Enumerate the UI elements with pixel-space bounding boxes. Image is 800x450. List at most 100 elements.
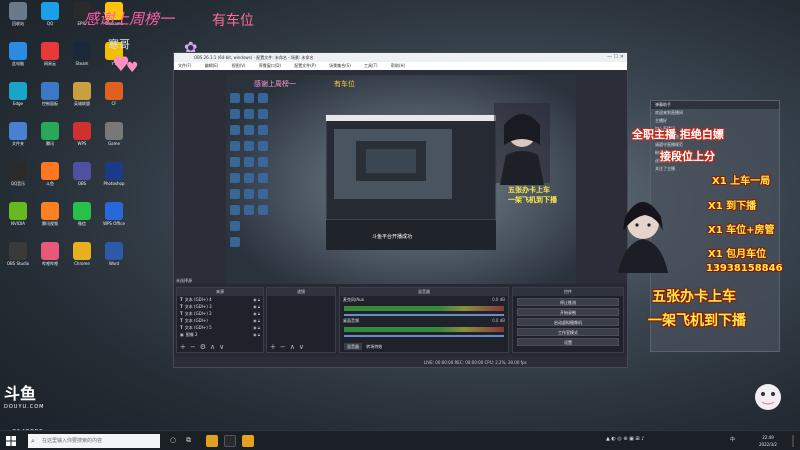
gift-name: 寒哥 xyxy=(108,38,130,51)
filters-toolbar[interactable]: +−∧∨ xyxy=(270,343,308,351)
desktop-icon[interactable]: 微信 xyxy=(66,202,98,234)
menu-help[interactable]: 帮助(H) xyxy=(391,63,405,68)
obs-window-title: OBS 26.1.1 (64-bit, windows) - 配置文件: 未命名… xyxy=(194,55,314,60)
desktop-icon-label: 网易云 xyxy=(44,61,56,66)
settings-button[interactable]: 设置 xyxy=(517,338,619,346)
app-icon xyxy=(9,82,27,100)
menu-tools[interactable]: 工具(T) xyxy=(364,63,378,68)
desktop-icon[interactable]: 控制面板 xyxy=(34,82,66,114)
desktop-icon[interactable]: 回收站 xyxy=(2,2,34,34)
stop-streaming-button[interactable]: 停止推流 xyxy=(517,298,619,306)
tab-transitions[interactable]: 转场特效 xyxy=(363,343,385,350)
desktop-icon[interactable]: QQ音乐 xyxy=(2,162,34,194)
desktop-icon[interactable]: Game xyxy=(98,122,130,154)
taskbar-folder-icon[interactable] xyxy=(242,435,254,447)
menu-scene-collection[interactable]: 场景集合(S) xyxy=(329,63,351,68)
tray-icons[interactable]: ▲ ◐ ◎ ⊕ ▣ ⊞ ♪ xyxy=(606,436,644,442)
desktop-icon-label: WPS Office xyxy=(103,221,125,226)
taskbar-obs-icon[interactable] xyxy=(224,435,236,447)
menu-view[interactable]: 视图(V) xyxy=(232,63,246,68)
promo-line: X1 包月车位 xyxy=(708,249,767,260)
desktop-icon[interactable]: 英雄联盟 xyxy=(66,82,98,114)
sources-dock: 来源 T 文本 (GDI+) 4 ◉ 🔒︎ T 文本 (GDI+) 3 ◉ 🔒︎ T 文本… xyxy=(176,287,264,353)
eye-lock-icon[interactable]: ◉ 🔒︎ xyxy=(253,331,260,338)
desktop-icon-label: CF xyxy=(111,101,117,106)
virtual-camera-button[interactable]: 启动虚拟摄像机 xyxy=(517,318,619,326)
volume-slider[interactable] xyxy=(344,335,504,337)
controls-header: 控件 xyxy=(513,288,623,296)
app-icon xyxy=(41,162,59,180)
show-desktop-button[interactable] xyxy=(792,435,794,447)
eye-lock-icon[interactable]: ◉ 🔒︎ xyxy=(253,303,260,310)
sources-toolbar[interactable]: +−⚙∧∨ xyxy=(180,343,228,351)
desktop-icon[interactable]: WPS Office xyxy=(98,202,130,234)
taskbar-app-icon[interactable] xyxy=(206,435,218,447)
source-row[interactable]: T 文本 (GDI+) 2 ◉ 🔒︎ xyxy=(177,310,263,317)
eye-lock-icon[interactable]: ◉ 🔒︎ xyxy=(253,324,260,331)
mixer-db-readout: 0.0 dB xyxy=(492,297,505,302)
source-row[interactable]: T 文本 (GDI+) 3 ◉ 🔒︎ xyxy=(177,303,263,310)
start-recording-button[interactable]: 开始录制 xyxy=(517,308,619,316)
source-row[interactable]: ▣ 图像 2 ◉ 🔒︎ xyxy=(177,331,263,338)
app-icon xyxy=(41,122,59,140)
desktop-icon[interactable]: CF xyxy=(98,82,130,114)
app-icon xyxy=(41,82,59,100)
douyu-logo: 斗鱼 DOUYU.COM xyxy=(4,380,52,412)
source-row[interactable]: T 文本 (GDI+) ◉ 🔒︎ xyxy=(177,317,263,324)
desktop-icon[interactable]: 腾讯 xyxy=(34,122,66,154)
app-icon xyxy=(73,242,91,260)
desktop-icon[interactable]: Chrome xyxy=(66,242,98,274)
source-row[interactable]: T 文本 (GDI+) 4 ◉ 🔒︎ xyxy=(177,296,263,303)
desktop-icon-label: Steam xyxy=(75,61,89,66)
tray-lang[interactable]: 中 xyxy=(730,436,735,443)
desktop-icon[interactable]: 网易云 xyxy=(34,42,66,74)
menu-dock[interactable]: 停靠窗口(D) xyxy=(259,63,281,68)
gift-banner: 感谢上周榜一 有车位 xyxy=(84,8,294,36)
windows-start-icon[interactable] xyxy=(6,436,16,446)
eye-lock-icon[interactable]: ◉ 🔒︎ xyxy=(253,310,260,317)
menu-file[interactable]: 文件(F) xyxy=(178,63,191,68)
desktop-icon[interactable]: 腾讯视频 xyxy=(34,202,66,234)
preview-promo-line2: 一架飞机到下播 xyxy=(508,196,557,204)
desktop-icon[interactable]: Photoshop xyxy=(98,162,130,194)
promo-line: X1 上车一局 xyxy=(712,176,771,187)
desktop-icon[interactable]: WPS xyxy=(66,122,98,154)
promo-line: 接段位上分 xyxy=(660,150,715,163)
menu-profile[interactable]: 配置文件(P) xyxy=(294,63,316,68)
desktop-icon-grid: 回收站 QQ EPIC WeGame 此电脑 网易云 Steam YY Edge 控制面板 英雄联盟… xyxy=(0,0,128,420)
window-controls[interactable]: — ☐ ✕ xyxy=(607,53,624,62)
desktop-icon[interactable]: OBS Studio xyxy=(2,242,34,274)
obs-title-bar[interactable]: OBS 26.1.1 (64-bit, windows) - 配置文件: 未命名… xyxy=(174,53,627,62)
obs-window[interactable]: OBS 26.1.1 (64-bit, windows) - 配置文件: 未命名… xyxy=(173,52,628,368)
taskbar-clock[interactable]: 22:49 2022/3/2 xyxy=(748,434,788,448)
desktop-icon[interactable]: 此电脑 xyxy=(2,42,34,74)
eye-lock-icon[interactable]: ◉ 🔒︎ xyxy=(253,317,260,324)
gift-banner-text: 感谢上周榜一 xyxy=(84,10,175,28)
volume-slider[interactable] xyxy=(344,314,504,316)
eye-lock-icon[interactable]: ◉ 🔒︎ xyxy=(253,296,260,303)
taskbar-search[interactable]: ⌕ 在这里输入你要搜索的内容 xyxy=(28,434,160,448)
desktop-icon-label: 此电脑 xyxy=(12,61,24,66)
search-icon: ⌕ xyxy=(31,437,35,445)
menu-edit[interactable]: 编辑(E) xyxy=(205,63,219,68)
desktop-icon[interactable]: OBS xyxy=(66,162,98,194)
desktop-icon[interactable]: 哔哩哔哩 xyxy=(34,242,66,274)
desktop-icon[interactable]: Steam xyxy=(66,42,98,74)
cortana-icon[interactable]: ○ xyxy=(170,436,176,444)
source-row[interactable]: T 文本 (GDI+) 5 ◉ 🔒︎ xyxy=(177,324,263,331)
task-view-icon[interactable]: ⧉ xyxy=(186,436,191,445)
desktop-icon[interactable]: NVIDIA xyxy=(2,202,34,234)
studio-mode-button[interactable]: 工作室模式 xyxy=(517,328,619,336)
desktop-icon[interactable]: Edge xyxy=(2,82,34,114)
desktop-icon-label: Photoshop xyxy=(103,181,125,186)
desktop-icon[interactable]: 文件夹 xyxy=(2,122,34,154)
desktop-icon[interactable]: 斗鱼 xyxy=(34,162,66,194)
desktop-icon-label: WPS xyxy=(77,141,87,146)
audio-meter xyxy=(344,327,504,332)
desktop-icon[interactable]: QQ xyxy=(34,2,66,34)
app-icon xyxy=(9,202,27,220)
tab-mixer[interactable]: 混音器 xyxy=(344,343,362,350)
obs-preview[interactable]: 感谢上周榜一 有车位 斗鱼平台开播成功 五张办卡上车 一架飞机到下播 xyxy=(226,75,576,293)
desktop-icon[interactable]: Word xyxy=(98,242,130,274)
source-row-label: 文本 (GDI+) 4 xyxy=(184,297,212,302)
